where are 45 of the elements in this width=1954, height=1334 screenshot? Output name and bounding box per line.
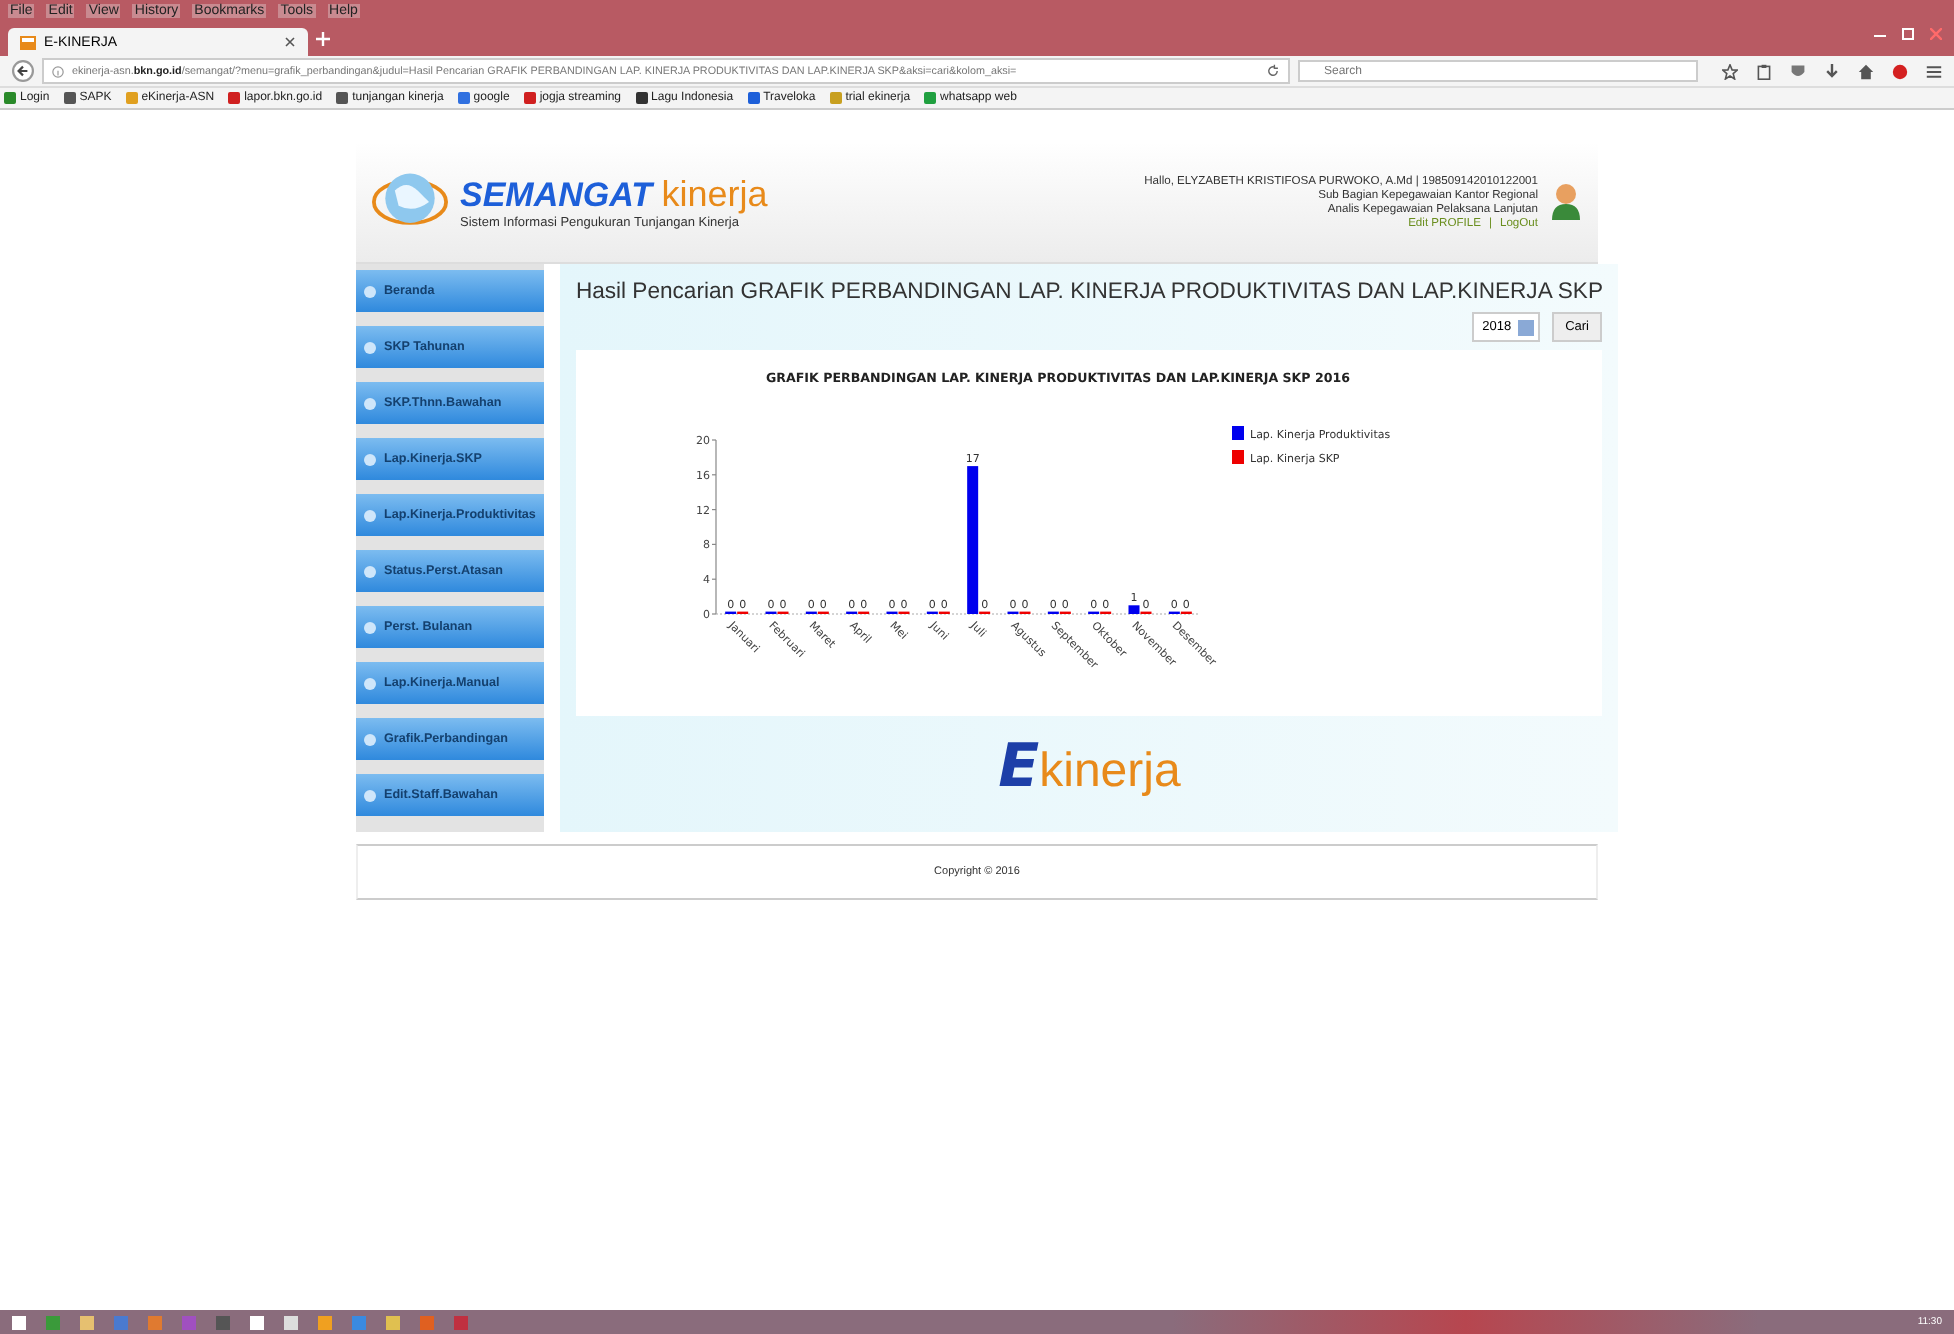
bookmark-icon	[635, 92, 648, 104]
shield-icon[interactable]	[1790, 63, 1806, 79]
close-icon[interactable]	[284, 36, 296, 48]
page-title: Hasil Pencarian GRAFIK PERBANDINGAN LAP. KINERJA PRODUKTIVITAS DAN LAP.KINERJA SKP	[575, 280, 1603, 304]
site-logo-text: SEMANGAT kinerja	[460, 174, 768, 216]
bullet-icon	[364, 733, 376, 745]
user-avatar-icon	[1550, 182, 1582, 222]
home-icon[interactable]	[1858, 63, 1874, 79]
taskbar-app-icon[interactable]	[12, 1315, 26, 1329]
taskbar-app-icon[interactable]	[386, 1315, 400, 1329]
bullet-icon	[364, 453, 376, 465]
taskbar-app-icon[interactable]	[250, 1315, 264, 1329]
back-icon[interactable]	[12, 60, 34, 82]
bookmark-icon	[924, 92, 937, 104]
bullet-icon	[364, 621, 376, 633]
bookmark-icon	[747, 92, 760, 104]
tab-favicon-icon	[20, 35, 36, 49]
bookmark-icon	[523, 92, 536, 104]
restore-icon[interactable]	[1902, 28, 1914, 40]
taskbar-app-icon[interactable]	[80, 1315, 94, 1329]
bullet-icon	[364, 677, 376, 689]
bookmark-icon	[125, 92, 138, 104]
bookmark-icon	[457, 92, 470, 104]
stop-sign-icon[interactable]	[1892, 63, 1908, 79]
reload-icon[interactable]	[1266, 64, 1280, 78]
bullet-icon	[364, 565, 376, 577]
bullet-icon	[364, 341, 376, 353]
bookmark-icon	[829, 92, 842, 104]
bullet-icon	[364, 509, 376, 521]
menu-icon[interactable]	[1926, 63, 1942, 79]
bookmark-icon	[228, 92, 241, 104]
bullet-icon	[364, 397, 376, 409]
clipboard-icon[interactable]	[1756, 63, 1772, 79]
download-icon[interactable]	[1824, 63, 1840, 79]
star-icon[interactable]	[1722, 63, 1738, 79]
bullet-icon	[364, 285, 376, 297]
bookmark-icon	[4, 92, 16, 104]
info-icon	[52, 65, 64, 77]
taskbar-app-icon[interactable]	[284, 1315, 298, 1329]
ekinerja-logo-word: kinerja	[1039, 744, 1181, 800]
bullet-icon	[364, 789, 376, 801]
new-tab-icon[interactable]	[316, 32, 330, 46]
ekinerja-logo-letter: E	[998, 732, 1040, 802]
bookmark-icon	[336, 92, 349, 104]
bookmark-icon	[63, 92, 76, 104]
